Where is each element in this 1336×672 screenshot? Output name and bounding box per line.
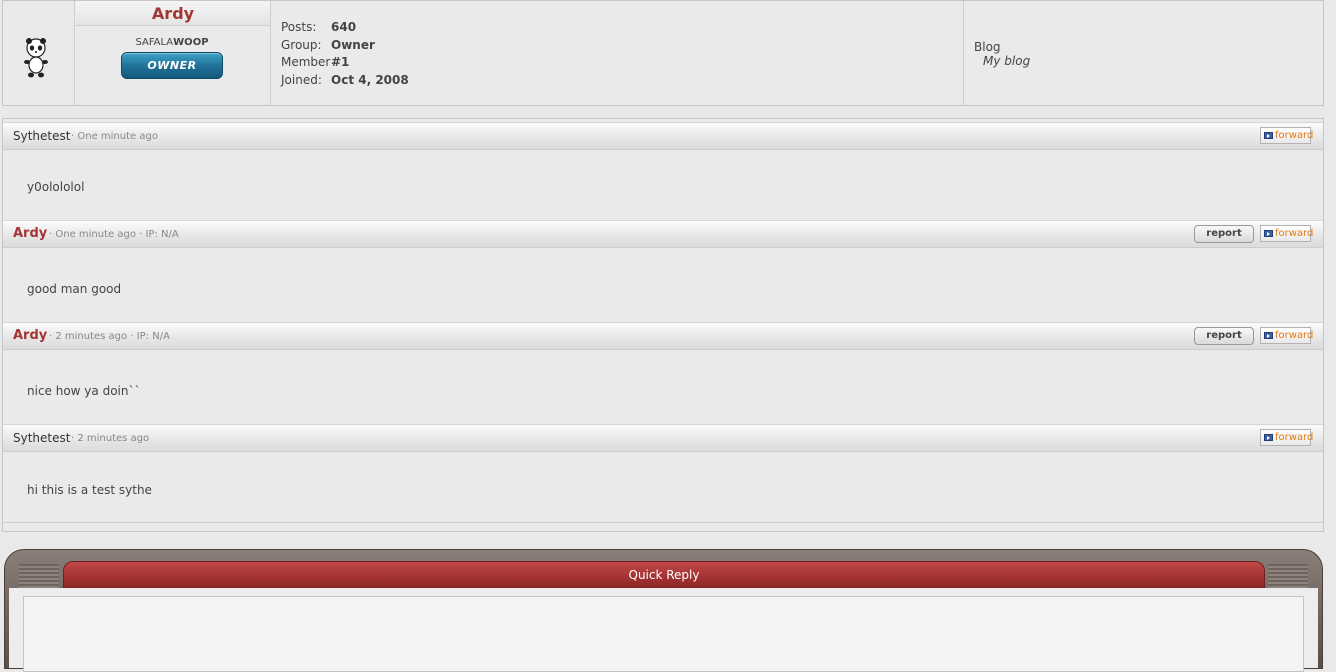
avatar-cell <box>3 1 75 105</box>
comment-header: Ardy · 2 minutes ago · IP: N/A report fo… <box>3 322 1323 350</box>
decorative-hatch <box>1268 564 1308 588</box>
stat-value: #1 <box>331 55 350 69</box>
comment-body: hi this is a test sythe <box>27 483 152 497</box>
quick-reply-textarea[interactable] <box>23 596 1304 672</box>
forward-button[interactable]: forward <box>1260 127 1314 144</box>
forward-button[interactable]: forward <box>1260 429 1314 446</box>
blog-cell: Blog My blog <box>963 1 1323 105</box>
avatar[interactable] <box>21 37 51 79</box>
comment-meta: · 2 minutes ago · IP: N/A <box>49 331 170 342</box>
comment-author[interactable]: Sythetest <box>13 129 70 143</box>
blog-link[interactable]: My blog <box>983 54 1030 68</box>
stat-row-posts: Posts: 640 <box>281 19 409 37</box>
stat-label: Joined: <box>281 72 322 87</box>
username[interactable]: Ardy <box>152 4 194 23</box>
comment-body: nice how ya doin`` <box>27 384 141 398</box>
comment-author[interactable]: Ardy <box>13 226 47 241</box>
quick-reply-body <box>9 588 1318 672</box>
comment-meta: · One minute ago · IP: N/A <box>49 229 179 240</box>
comment-author[interactable]: Ardy <box>13 328 47 343</box>
comment-header: Sythetest · One minute ago forward <box>3 122 1323 150</box>
stat-value: 640 <box>331 20 357 34</box>
forward-button[interactable]: forward <box>1260 327 1314 344</box>
stat-label: Member <box>281 55 331 69</box>
decorative-hatch <box>19 564 59 588</box>
user-title-suffix: WOOP <box>173 37 209 48</box>
stat-row-member: Member#1 <box>281 54 409 72</box>
comments-footer-divider <box>3 522 1323 523</box>
forward-button[interactable]: forward <box>1260 225 1314 242</box>
report-button[interactable]: report <box>1194 225 1254 243</box>
blog-title: Blog <box>974 40 1001 54</box>
comment-body: good man good <box>27 282 122 296</box>
stat-row-group: Group: Owner <box>281 37 409 55</box>
forward-arrow-icon <box>1264 434 1273 441</box>
forward-arrow-icon <box>1264 132 1273 139</box>
profile-panel: Ardy SAFALAWOOP OWNER Posts: 640 Group: Ow… <box>2 0 1324 106</box>
stat-label: Group: <box>281 37 322 52</box>
forward-label: forward <box>1275 330 1314 341</box>
user-stats: Posts: 640 Group: Owner Member#1 Joined: Oc… <box>281 19 409 89</box>
user-title: SAFALAWOOP <box>74 37 270 48</box>
comment-meta: · One minute ago <box>71 131 158 142</box>
stat-value: Oct 4, 2008 <box>331 72 409 87</box>
stat-row-joined: Joined: Oct 4, 2008 <box>281 72 409 90</box>
stat-value: Owner <box>331 37 375 52</box>
quick-reply-title: Quick Reply <box>63 561 1265 589</box>
forward-label: forward <box>1275 228 1314 239</box>
quick-reply-panel: Quick Reply <box>4 549 1323 672</box>
rank-badge: OWNER <box>121 52 223 79</box>
user-title-prefix: SAFALA <box>135 37 174 48</box>
comment-header: Sythetest · 2 minutes ago forward <box>3 424 1323 452</box>
forward-arrow-icon <box>1264 230 1273 237</box>
comment-author[interactable]: Sythetest <box>13 431 70 445</box>
forward-label: forward <box>1275 130 1314 141</box>
forward-arrow-icon <box>1264 332 1273 339</box>
comment-body: y0olololol <box>27 180 85 194</box>
comment-meta: · 2 minutes ago <box>71 433 150 444</box>
user-info-cell: Ardy SAFALAWOOP OWNER <box>74 1 271 105</box>
stat-label: Posts: <box>281 20 317 34</box>
report-button[interactable]: report <box>1194 327 1254 345</box>
comments-list: Sythetest · One minute ago forward y0olo… <box>2 118 1324 532</box>
comment-header: Ardy · One minute ago · IP: N/A report f… <box>3 220 1323 248</box>
forward-label: forward <box>1275 432 1314 443</box>
username-bar: Ardy <box>76 1 270 26</box>
